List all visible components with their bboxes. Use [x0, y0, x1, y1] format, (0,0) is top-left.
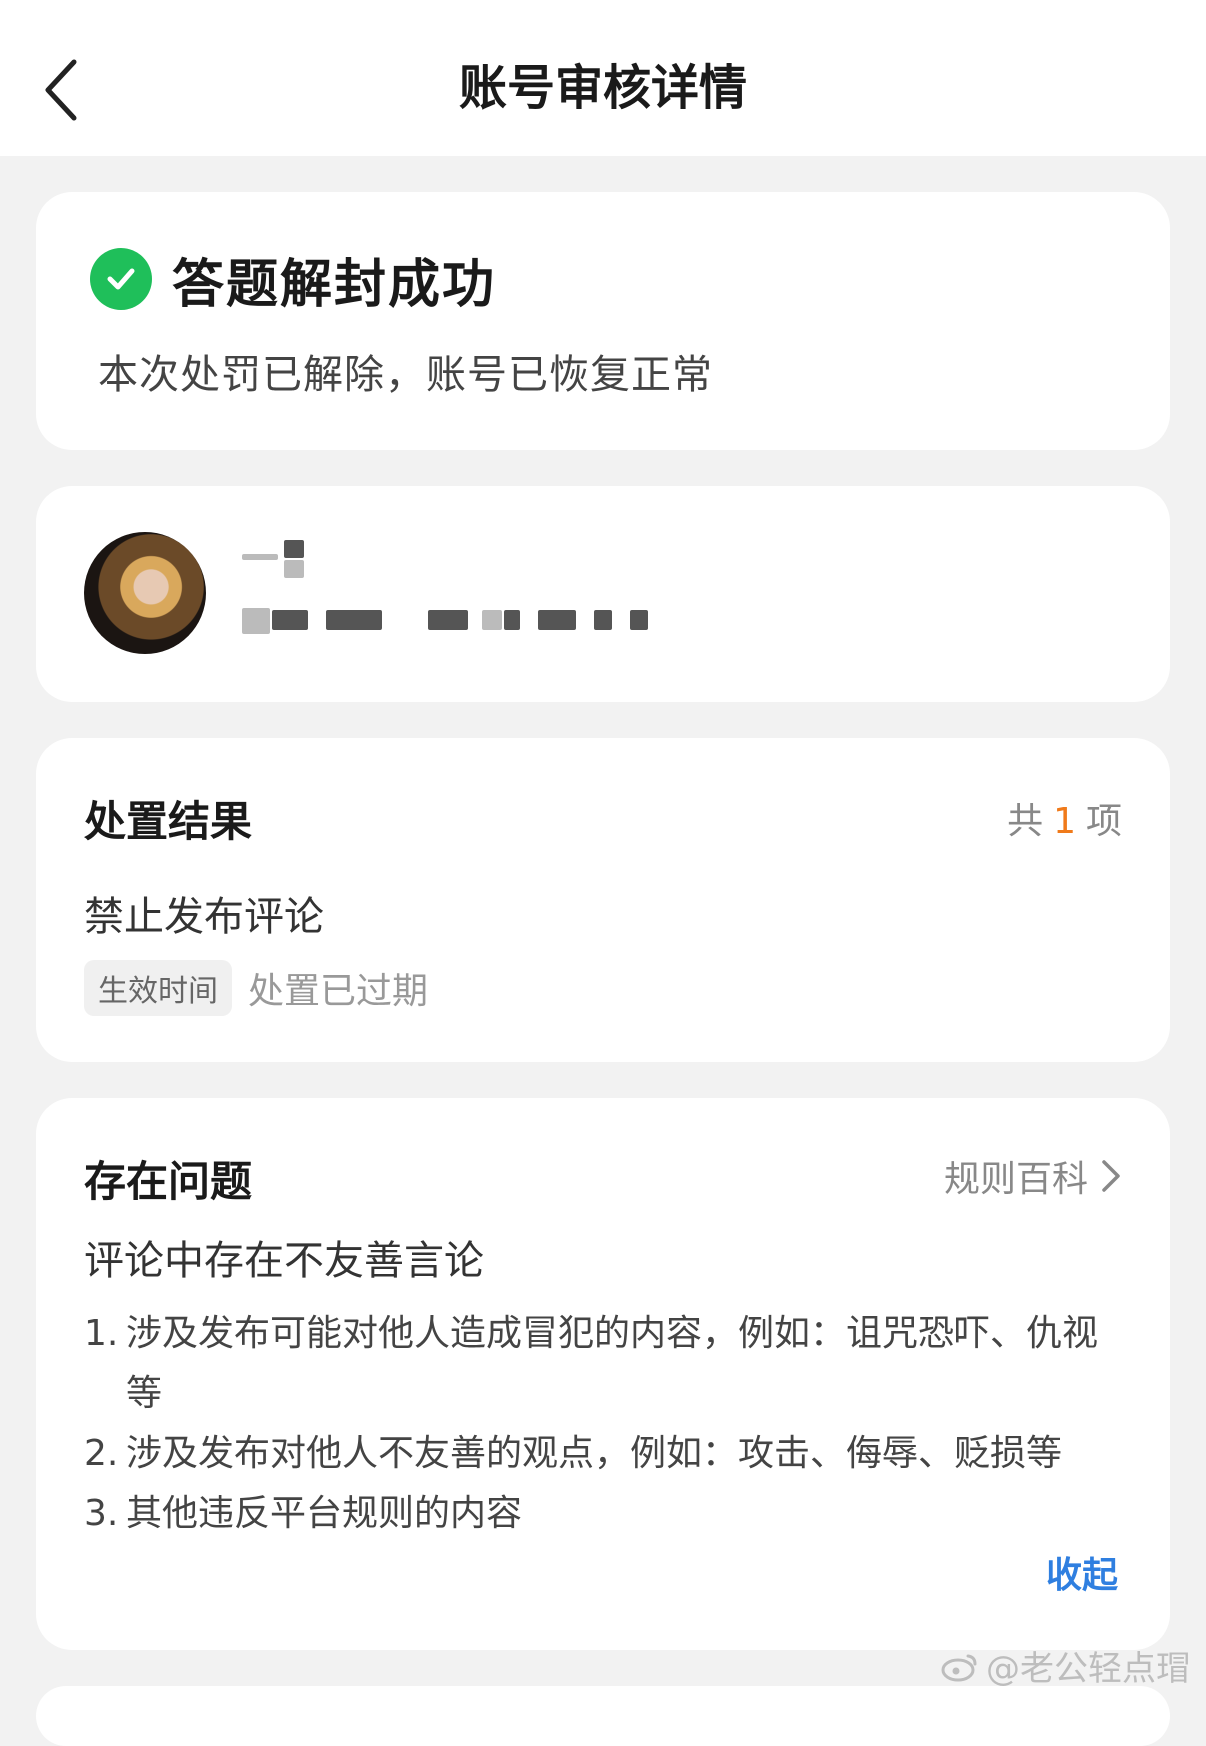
count-number: 1 [1053, 801, 1076, 842]
list-item: 2. 涉及发布对他人不友善的观点，例如：攻击、侮辱、贬损等 [84, 1424, 1124, 1484]
list-item-index: 1. [84, 1313, 119, 1354]
list-item-index: 2. [84, 1433, 119, 1474]
list-item-text: 其他违反平台规则的内容 [126, 1493, 523, 1534]
issue-title: 评论中存在不友善言论 [84, 1238, 484, 1284]
check-circle-icon [90, 248, 152, 310]
result-section-title: 处置结果 [84, 797, 253, 846]
list-item: 1. 涉及发布可能对他人造成冒犯的内容，例如：诅咒恐吓、仇视等 [84, 1304, 1124, 1424]
profile-card [36, 486, 1170, 702]
list-item-text: 涉及发布对他人不友善的观点，例如：攻击、侮辱、贬损等 [126, 1433, 1063, 1474]
status-row: 答题解封成功 [90, 244, 497, 315]
issue-list: 1. 涉及发布可能对他人造成冒犯的内容，例如：诅咒恐吓、仇视等 2. 涉及发布对… [84, 1304, 1124, 1544]
status-title: 答题解封成功 [172, 254, 497, 315]
chevron-right-icon [1102, 1160, 1120, 1192]
weibo-logo-icon [941, 1654, 977, 1681]
list-item-index: 3. [84, 1493, 119, 1534]
issues-section-title: 存在问题 [84, 1157, 253, 1206]
punishment-item: 禁止发布评论 [84, 894, 324, 940]
result-card: 处置结果 共1项 禁止发布评论 生效时间 处置已过期 [36, 738, 1170, 1062]
collapse-button[interactable]: 收起 [1046, 1546, 1118, 1598]
count-suffix: 项 [1085, 801, 1122, 842]
top-bar: 账号审核详情 [0, 0, 1206, 156]
effect-time-value: 处置已过期 [248, 971, 429, 1012]
user-id-redacted [242, 604, 702, 638]
count-prefix: 共 [1007, 801, 1044, 842]
issues-card: 存在问题 规则百科 评论中存在不友善言论 1. 涉及发布可能对他人造成冒犯的内容… [36, 1098, 1170, 1650]
avatar[interactable] [84, 532, 206, 654]
rules-wiki-label: 规则百科 [943, 1159, 1088, 1200]
status-description: 本次处罚已解除，账号已恢复正常 [98, 352, 713, 398]
effect-row: 生效时间 处置已过期 [84, 960, 428, 1016]
effect-time-tag: 生效时间 [84, 960, 232, 1016]
next-card-partial [36, 1686, 1170, 1746]
list-item-text: 涉及发布可能对他人造成冒犯的内容，例如：诅咒恐吓、仇视等 [126, 1313, 1099, 1414]
watermark: @老公轻点瑁 [940, 1641, 1190, 1690]
status-card: 答题解封成功 本次处罚已解除，账号已恢复正常 [36, 192, 1170, 450]
result-count: 共1项 [1007, 792, 1122, 844]
rules-wiki-link[interactable]: 规则百科 [944, 1150, 1122, 1202]
list-item: 3. 其他违反平台规则的内容 [84, 1484, 1124, 1544]
user-name-redacted [242, 538, 312, 578]
watermark-text: @老公轻点瑁 [986, 1649, 1190, 1689]
page-title: 账号审核详情 [458, 60, 747, 116]
